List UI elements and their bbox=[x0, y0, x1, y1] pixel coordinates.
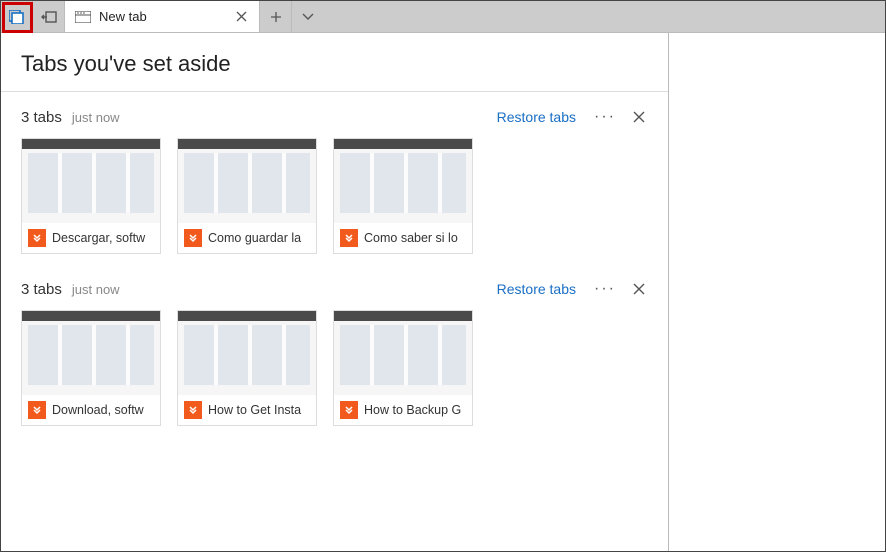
set-tabs-aside-button[interactable] bbox=[33, 1, 65, 33]
tab-close-button[interactable] bbox=[227, 3, 255, 31]
restore-tabs-link[interactable]: Restore tabs bbox=[497, 281, 576, 297]
thumbnail-preview bbox=[334, 311, 472, 395]
thumbnail-label-row: Download, softw bbox=[22, 395, 160, 425]
aside-tab-thumbnail[interactable]: Como saber si lo bbox=[333, 138, 473, 254]
tabs-aside-panel: Tabs you've set aside 3 tabs just now Re… bbox=[1, 33, 669, 551]
aside-group: 3 tabs just now Restore tabs ··· Downloa… bbox=[1, 264, 668, 436]
set-aside-icon bbox=[41, 11, 57, 23]
plus-icon bbox=[270, 11, 282, 23]
group-count: 3 tabs bbox=[21, 109, 62, 126]
new-tab-button[interactable] bbox=[260, 1, 292, 33]
thumbnail-title: Como saber si lo bbox=[364, 231, 458, 245]
thumbnail-title: How to Get Insta bbox=[208, 403, 301, 417]
close-icon bbox=[633, 111, 645, 123]
thumbnail-label-row: Como saber si lo bbox=[334, 223, 472, 253]
group-header: 3 tabs just now Restore tabs ··· bbox=[21, 280, 648, 298]
thumbnail-preview bbox=[178, 139, 316, 223]
group-more-button[interactable]: ··· bbox=[594, 108, 616, 126]
restore-tabs-link[interactable]: Restore tabs bbox=[497, 109, 576, 125]
aside-tab-thumbnail[interactable]: Download, softw bbox=[21, 310, 161, 426]
group-more-button[interactable]: ··· bbox=[594, 280, 616, 298]
aside-tab-thumbnail[interactable]: How to Get Insta bbox=[177, 310, 317, 426]
site-favicon bbox=[184, 401, 202, 419]
thumbnail-preview bbox=[22, 311, 160, 395]
group-close-button[interactable] bbox=[630, 108, 648, 126]
thumbnail-preview bbox=[334, 139, 472, 223]
site-favicon bbox=[184, 229, 202, 247]
tabs-aside-icon bbox=[9, 10, 25, 24]
content-row: Tabs you've set aside 3 tabs just now Re… bbox=[1, 33, 885, 551]
new-tab-icon bbox=[75, 9, 91, 25]
group-close-button[interactable] bbox=[630, 280, 648, 298]
site-favicon bbox=[340, 401, 358, 419]
group-header: 3 tabs just now Restore tabs ··· bbox=[21, 108, 648, 126]
thumbnail-title: Como guardar la bbox=[208, 231, 301, 245]
aside-tab-thumbnail[interactable]: Como guardar la bbox=[177, 138, 317, 254]
group-time: just now bbox=[72, 282, 497, 297]
thumbnail-preview bbox=[22, 139, 160, 223]
thumbnail-title: How to Backup G bbox=[364, 403, 461, 417]
site-favicon bbox=[28, 401, 46, 419]
close-icon bbox=[236, 11, 247, 22]
page-content-area bbox=[669, 33, 885, 551]
site-favicon bbox=[28, 229, 46, 247]
group-time: just now bbox=[72, 110, 497, 125]
close-icon bbox=[633, 283, 645, 295]
thumbnail-preview bbox=[178, 311, 316, 395]
browser-toolbar: New tab bbox=[1, 1, 885, 33]
browser-tab[interactable]: New tab bbox=[65, 1, 260, 32]
group-count: 3 tabs bbox=[21, 281, 62, 298]
thumbnail-label-row: How to Backup G bbox=[334, 395, 472, 425]
tab-title: New tab bbox=[99, 9, 227, 24]
thumbnail-label-row: Como guardar la bbox=[178, 223, 316, 253]
tabs-aside-panel-button[interactable] bbox=[1, 1, 33, 33]
thumbnail-label-row: Descargar, softw bbox=[22, 223, 160, 253]
thumbnails-row: Descargar, softw Como guardar la Como sa… bbox=[21, 138, 648, 254]
aside-title: Tabs you've set aside bbox=[1, 51, 668, 92]
thumbnail-title: Descargar, softw bbox=[52, 231, 145, 245]
thumbnails-row: Download, softw How to Get Insta How to … bbox=[21, 310, 648, 426]
chevron-down-icon bbox=[302, 13, 314, 21]
aside-tab-thumbnail[interactable]: How to Backup G bbox=[333, 310, 473, 426]
aside-tab-thumbnail[interactable]: Descargar, softw bbox=[21, 138, 161, 254]
site-favicon bbox=[340, 229, 358, 247]
tab-actions-button[interactable] bbox=[292, 1, 324, 33]
aside-group: 3 tabs just now Restore tabs ··· Descarg… bbox=[1, 92, 668, 264]
thumbnail-title: Download, softw bbox=[52, 403, 144, 417]
thumbnail-label-row: How to Get Insta bbox=[178, 395, 316, 425]
